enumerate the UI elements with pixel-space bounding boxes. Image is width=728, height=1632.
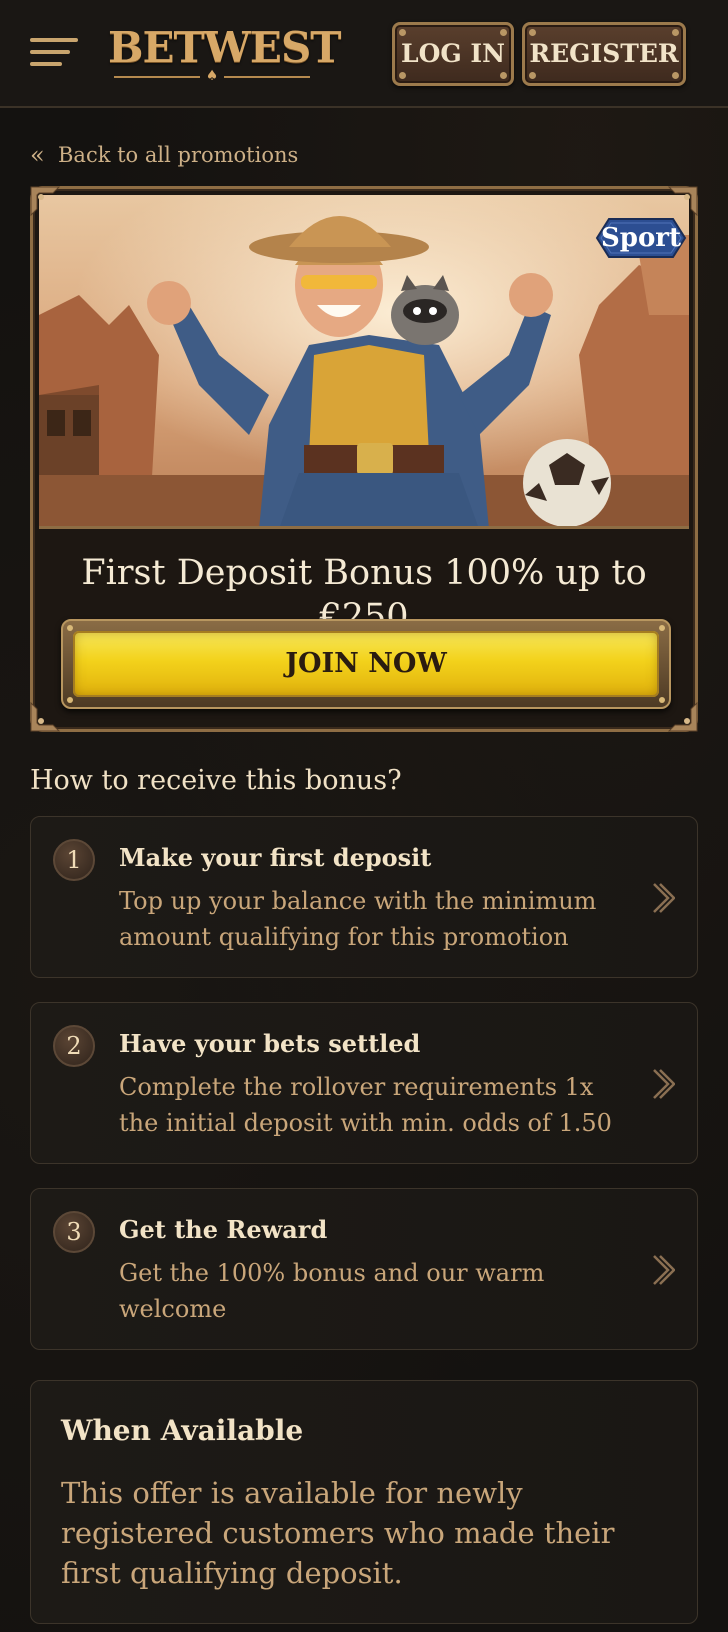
- promo-card: Sport First Deposit Bonus 100% up to €25…: [30, 186, 698, 732]
- step-description: Complete the rollover requirements 1x th…: [119, 1073, 612, 1137]
- availability-text: This offer is available for newly regist…: [61, 1476, 615, 1590]
- promo-hero-image: Sport: [39, 195, 689, 529]
- step-card-3[interactable]: 3 Get the Reward Get the 100% bonus and …: [30, 1188, 698, 1350]
- double-chevron-left-icon: «: [30, 141, 45, 169]
- cowboy-illustration: [39, 195, 689, 526]
- chevron-right-icon: [653, 1255, 675, 1285]
- availability-title: When Available: [61, 1414, 304, 1447]
- step-title: Have your bets settled: [119, 1029, 421, 1058]
- step-number: 1: [53, 839, 95, 881]
- chevron-right-icon: [653, 883, 675, 913]
- login-button[interactable]: LOG IN: [392, 22, 514, 86]
- join-now-label: JOIN NOW: [73, 631, 659, 697]
- step-number: 3: [53, 1211, 95, 1253]
- step-number: 2: [53, 1025, 95, 1067]
- chevron-right-icon: [653, 1069, 675, 1099]
- ornament-corner-icon: [667, 186, 698, 217]
- spade-icon: ♠: [205, 68, 219, 84]
- login-label: LOG IN: [401, 39, 505, 68]
- brand-logo[interactable]: BETWEST ♠: [108, 22, 342, 84]
- step-title: Make your first deposit: [119, 843, 432, 872]
- how-to-title: How to receive this bonus?: [30, 765, 402, 796]
- register-label: REGISTER: [529, 39, 679, 68]
- step-title: Get the Reward: [119, 1215, 328, 1244]
- ornament-corner-icon: [30, 701, 61, 732]
- availability-card: When Available This offer is available f…: [30, 1380, 698, 1624]
- back-to-promotions-link[interactable]: « Back to all promotions: [30, 138, 298, 172]
- step-card-1[interactable]: 1 Make your first deposit Top up your ba…: [30, 816, 698, 978]
- logo-text: BETWEST: [108, 23, 342, 72]
- ornament-corner-icon: [30, 186, 61, 217]
- step-description: Get the 100% bonus and our warm welcome: [119, 1259, 545, 1323]
- back-link-label: Back to all promotions: [58, 143, 299, 167]
- join-now-button[interactable]: JOIN NOW: [61, 619, 671, 709]
- top-header: BETWEST ♠ LOG IN REGISTER: [0, 0, 728, 108]
- step-card-2[interactable]: 2 Have your bets settled Complete the ro…: [30, 1002, 698, 1164]
- step-description: Top up your balance with the minimum amo…: [119, 887, 597, 951]
- menu-icon[interactable]: [30, 38, 78, 70]
- ornament-corner-icon: [667, 701, 698, 732]
- register-button[interactable]: REGISTER: [522, 22, 686, 86]
